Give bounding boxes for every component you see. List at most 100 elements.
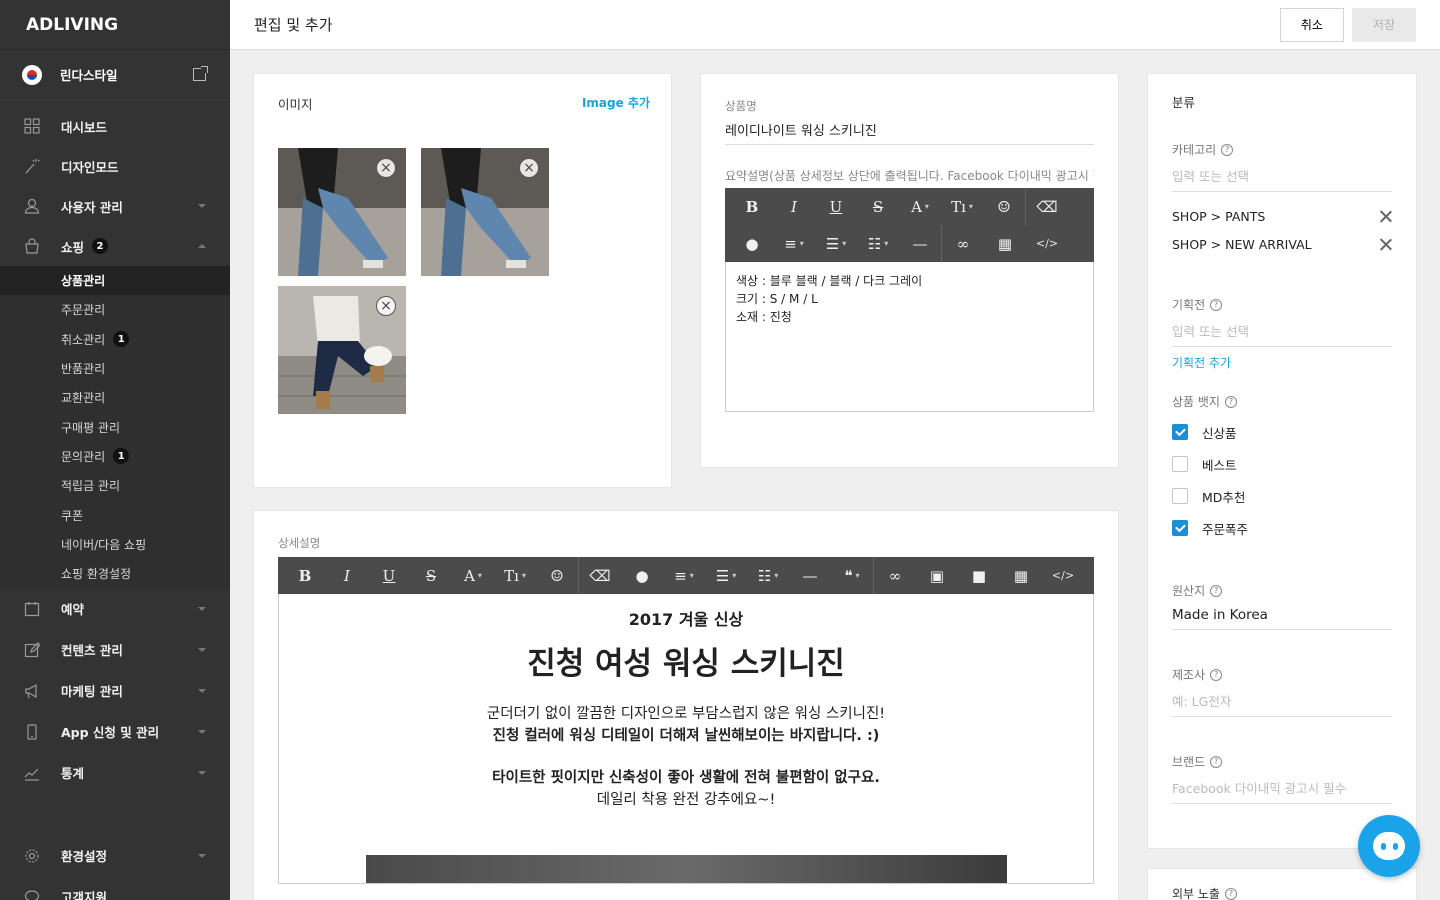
ordered-list-button[interactable]: ☰ ▾ (815, 225, 857, 262)
nav-settings[interactable]: 환경설정 (0, 835, 230, 876)
align-button[interactable]: ≡ ▾ (773, 225, 815, 262)
brand-input[interactable]: Facebook 다이내믹 광고시 필수 (1172, 770, 1392, 804)
horizontal-rule-button[interactable]: — (899, 225, 941, 262)
checkbox-checked[interactable] (1172, 520, 1188, 536)
underline-button[interactable]: U (368, 557, 410, 594)
eraser-button[interactable]: ⌫ (1026, 188, 1068, 225)
checkbox[interactable] (1172, 456, 1188, 472)
submenu-naver-daum[interactable]: 네이버/다음 쇼핑 (0, 530, 230, 559)
submenu-shop-settings[interactable]: 쇼핑 환경설정 (0, 559, 230, 588)
submenu-review[interactable]: 구매평 관리 (0, 412, 230, 441)
nav-reservation[interactable]: 예약 (0, 588, 230, 629)
highlight-drop-button[interactable]: ● (621, 557, 663, 594)
code-view-button[interactable]: </> (1042, 557, 1084, 594)
product-image-thumb[interactable]: × (421, 148, 549, 276)
remove-image-button[interactable]: × (519, 158, 539, 178)
badge-option[interactable]: 베스트 (1172, 448, 1392, 480)
align-button[interactable]: ≡ ▾ (663, 557, 705, 594)
checkbox[interactable] (1172, 488, 1188, 504)
bullet-list-button[interactable]: ☷ ▾ (857, 225, 899, 262)
submenu-return[interactable]: 반품관리 (0, 354, 230, 383)
checkbox-checked[interactable] (1172, 424, 1188, 440)
nav-dashboard[interactable]: 대시보드 (0, 106, 230, 146)
detail-editor[interactable]: 2017 겨울 신상 진청 여성 워싱 스키니진 군더더기 없이 깔끔한 디자인… (278, 594, 1094, 884)
font-color-button[interactable]: A ▾ (452, 557, 494, 594)
help-icon[interactable]: ? (1221, 143, 1234, 156)
badge-option[interactable]: 주문폭주 (1172, 512, 1392, 544)
image-icon[interactable]: ▣ (916, 557, 958, 594)
strikethrough-button[interactable]: S (857, 188, 899, 225)
badge-option[interactable]: MD추천 (1172, 480, 1392, 512)
submenu-points[interactable]: 적립금 관리 (0, 471, 230, 500)
strikethrough-button[interactable]: S (410, 557, 452, 594)
nav-shop[interactable]: 쇼핑 2 (0, 226, 230, 266)
help-icon[interactable]: ? (1210, 755, 1223, 768)
highlight-drop-button[interactable]: ● (731, 225, 773, 262)
submenu-cancel[interactable]: 취소관리 1 (0, 325, 230, 354)
help-icon[interactable]: ? (1224, 887, 1237, 900)
italic-button[interactable]: I (326, 557, 368, 594)
text-size-button[interactable]: Tı ▾ (494, 557, 536, 594)
close-icon[interactable] (1379, 238, 1392, 251)
bullet-list-button[interactable]: ☷ ▾ (747, 557, 789, 594)
nav-users[interactable]: 사용자 관리 (0, 186, 230, 226)
emoji-button[interactable]: ☺ (983, 188, 1025, 225)
link-icon[interactable]: ∞ (942, 225, 984, 262)
nav-marketing[interactable]: 마케팅 관리 (0, 670, 230, 711)
add-promo-link[interactable]: 기획전 추가 (1172, 354, 1392, 371)
detail-label: 상세설명 (278, 536, 321, 550)
chat-support-button[interactable] (1358, 815, 1420, 877)
link-icon[interactable]: ∞ (874, 557, 916, 594)
bold-button[interactable]: B (284, 557, 326, 594)
site-selector[interactable]: 린다스타일 (0, 50, 230, 100)
brand-logo[interactable]: ADLIVING (0, 0, 230, 50)
video-icon[interactable]: ■ (958, 557, 1000, 594)
nav-label: 고객지원 (61, 890, 108, 900)
remove-image-button[interactable]: × (376, 158, 396, 178)
text-size-button[interactable]: Tı ▾ (941, 188, 983, 225)
submenu-coupon[interactable]: 쿠폰 (0, 500, 230, 529)
product-name-input[interactable]: 레이디나이트 워싱 스키니진 (725, 114, 1094, 145)
help-icon[interactable]: ? (1210, 668, 1223, 681)
nav-app[interactable]: App 신청 및 관리 (0, 711, 230, 752)
table-icon[interactable]: ▦ (984, 225, 1026, 262)
submenu-exchange[interactable]: 교환관리 (0, 383, 230, 412)
code-view-button[interactable]: </> (1026, 225, 1068, 262)
quote-button[interactable]: ❝ ▾ (831, 557, 873, 594)
help-icon[interactable]: ? (1224, 395, 1237, 408)
external-link-icon[interactable] (193, 66, 208, 81)
nav-design[interactable]: 디자인모드 (0, 146, 230, 186)
nav-support[interactable]: 고객지원 (0, 876, 230, 900)
origin-input[interactable]: Made in Korea (1172, 599, 1392, 630)
maker-input[interactable]: 예: LG전자 (1172, 683, 1392, 717)
help-icon[interactable]: ? (1210, 584, 1223, 597)
nav-contents[interactable]: 컨텐츠 관리 (0, 629, 230, 670)
bold-button[interactable]: B (731, 188, 773, 225)
category-item: SHOP > NEW ARRIVAL (1172, 230, 1392, 258)
nav-stats[interactable]: 통계 (0, 752, 230, 793)
emoji-button[interactable]: ☺ (536, 557, 578, 594)
summary-editor[interactable]: 색상 : 블루 블랙 / 블랙 / 다크 그레이 크기 : S / M / L … (725, 262, 1094, 412)
submenu-product[interactable]: 상품관리 (0, 266, 230, 296)
close-icon[interactable] (1379, 210, 1392, 223)
page-title: 편집 및 추가 (254, 16, 333, 34)
remove-image-button[interactable]: × (376, 296, 396, 316)
horizontal-rule-button[interactable]: — (789, 557, 831, 594)
product-image-thumb[interactable]: × (278, 286, 406, 414)
table-icon[interactable]: ▦ (1000, 557, 1042, 594)
submenu-order[interactable]: 주문관리 (0, 295, 230, 324)
submenu-inquiry[interactable]: 문의관리 1 (0, 442, 230, 471)
help-icon[interactable]: ? (1210, 298, 1223, 311)
eraser-button[interactable]: ⌫ (579, 557, 621, 594)
ordered-list-button[interactable]: ☰ ▾ (705, 557, 747, 594)
category-input[interactable]: 입력 또는 선택 (1172, 158, 1392, 192)
underline-button[interactable]: U (815, 188, 857, 225)
product-image-thumb[interactable]: × (278, 148, 406, 276)
promo-input[interactable]: 입력 또는 선택 (1172, 313, 1392, 347)
italic-button[interactable]: I (773, 188, 815, 225)
cancel-button[interactable]: 취소 (1279, 7, 1344, 42)
font-color-button[interactable]: A ▾ (899, 188, 941, 225)
save-button[interactable]: 저장 (1351, 7, 1416, 42)
add-image-link[interactable]: Image 추가 (582, 94, 650, 111)
badge-option[interactable]: 신상품 (1172, 416, 1392, 448)
